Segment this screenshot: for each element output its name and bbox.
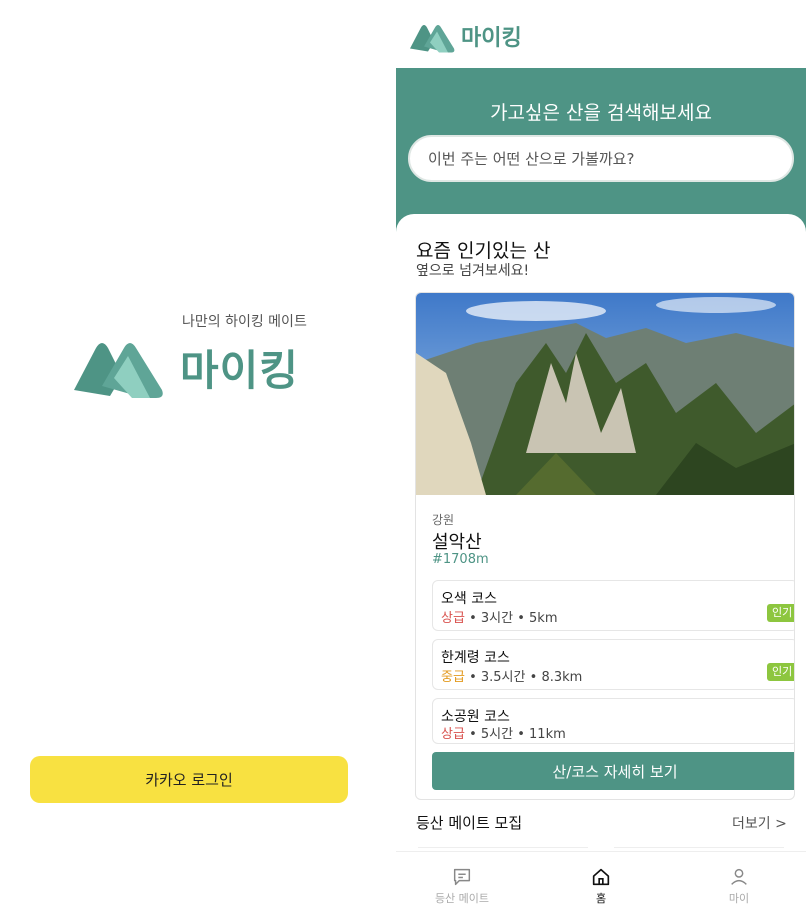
tagline: 나만의 하이킹 메이트	[182, 314, 307, 330]
separator: •	[469, 670, 477, 685]
course-time: 3시간	[480, 611, 514, 626]
mate-section-title: 등산 메이트 모집	[416, 814, 523, 832]
course-name: 오색 코스	[441, 591, 497, 607]
popular-badge: 인기	[767, 604, 794, 622]
search-hero: 가고싶은 산을 검색해보세요 이번 주는 어떤 산으로 가볼까요?	[396, 68, 806, 233]
kakao-login-button[interactable]: 카카오 로그인	[30, 756, 348, 803]
nav-label: 등산 메이트	[434, 892, 490, 905]
mountain-photo	[416, 293, 794, 495]
separator: •	[469, 727, 477, 742]
course-level: 상급	[441, 611, 465, 626]
popular-section-subtitle: 옆으로 넘겨보세요!	[416, 263, 530, 279]
app-name: 마이킹	[180, 346, 299, 395]
mountain-name: 설악산	[432, 532, 482, 553]
course-level: 상급	[441, 727, 465, 742]
content-sheet: 요즘 인기있는 산 옆으로 넘겨보세요! 강원 설악산 #1708m 오색 코스…	[396, 214, 806, 854]
course-item[interactable]: 한계령 코스 중급 • 3.5시간 • 8.3km 인기	[432, 639, 794, 690]
app-name: 마이킹	[461, 26, 522, 51]
course-time: 3.5시간	[480, 670, 526, 685]
course-item[interactable]: 오색 코스 상급 • 3시간 • 5km 인기	[432, 580, 794, 631]
nav-item-mate[interactable]: 등산 메이트	[402, 866, 522, 906]
course-distance: 5km	[529, 611, 558, 626]
mountain-height: #1708m	[432, 552, 489, 567]
popular-badge: 인기	[767, 663, 794, 681]
more-link[interactable]: 더보기 >	[732, 813, 787, 833]
home-icon	[592, 868, 610, 886]
separator: •	[517, 611, 525, 626]
course-distance: 8.3km	[541, 670, 583, 685]
separator: •	[469, 611, 477, 626]
course-level: 중급	[441, 670, 465, 685]
hero-title: 가고싶은 산을 검색해보세요	[490, 102, 712, 124]
mountain-detail-button[interactable]: 산/코스 자세히 보기	[432, 752, 794, 790]
nav-label: 홈	[595, 892, 607, 905]
mountain-region: 강원	[432, 513, 455, 527]
search-input[interactable]: 이번 주는 어떤 산으로 가볼까요?	[408, 135, 794, 182]
top-bar: 마이킹	[396, 0, 806, 68]
separator: •	[517, 727, 525, 742]
chat-icon	[453, 868, 471, 886]
course-distance: 11km	[529, 727, 566, 742]
nav-item-home[interactable]: 홈	[541, 866, 661, 906]
home-screen: 마이킹 가고싶은 산을 검색해보세요 이번 주는 어떤 산으로 가볼까요? 요즘…	[396, 0, 806, 924]
app-logo-icon	[410, 25, 455, 53]
nav-label: 마이	[728, 892, 750, 905]
course-time: 5시간	[480, 727, 514, 742]
course-meta: 중급 • 3.5시간 • 8.3km	[441, 666, 582, 685]
bottom-nav: 등산 메이트 홈 마이	[396, 851, 806, 924]
app-logo-icon	[74, 343, 163, 398]
separator: •	[529, 670, 538, 685]
mountain-card[interactable]: 강원 설악산 #1708m 오색 코스 상급 • 3시간 • 5km 인기 한계…	[415, 292, 795, 800]
course-item[interactable]: 소공원 코스 상급 • 5시간 • 11km	[432, 698, 794, 744]
course-meta: 상급 • 5시간 • 11km	[441, 723, 566, 742]
login-screen: 나만의 하이킹 메이트 마이킹 카카오 로그인	[0, 0, 396, 924]
course-meta: 상급 • 3시간 • 5km	[441, 607, 558, 626]
course-name: 한계령 코스	[441, 650, 510, 666]
nav-item-my[interactable]: 마이	[679, 866, 799, 906]
person-icon	[731, 868, 747, 885]
popular-section-title: 요즘 인기있는 산	[416, 240, 551, 262]
